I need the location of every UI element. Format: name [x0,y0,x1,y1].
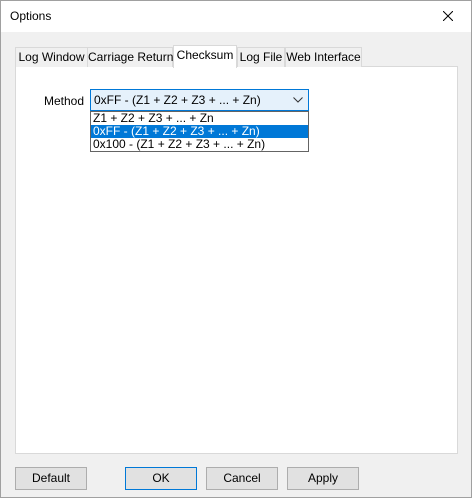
method-option[interactable]: 0x100 - (Z1 + Z2 + Z3 + ... + Zn) [91,138,308,151]
tab-web-interface[interactable]: Web Interface [285,47,362,67]
tab-log-window[interactable]: Log Window [15,47,88,67]
method-label: Method [44,94,85,108]
ok-button[interactable]: OK [125,467,197,490]
default-button[interactable]: Default [15,467,87,490]
tab-log-file[interactable]: Log File [237,47,285,67]
tab-checksum[interactable]: Checksum [173,45,237,68]
method-selected-value: 0xFF - (Z1 + Z2 + Z3 + ... + Zn) [94,93,261,107]
tab-carriage-return[interactable]: Carriage Return [87,47,173,67]
window-title: Options [10,9,52,23]
title-bar[interactable]: Options [1,1,471,32]
options-window: Options Log Window Carriage Return Check… [0,0,472,498]
close-button[interactable] [425,1,471,31]
method-dropdown-list: Z1 + Z2 + Z3 + ... + Zn 0xFF - (Z1 + Z2 … [90,111,309,152]
apply-button[interactable]: Apply [287,467,359,490]
close-icon [443,11,453,21]
cancel-button[interactable]: Cancel [206,467,278,490]
chevron-down-icon [293,97,303,103]
method-combobox[interactable]: 0xFF - (Z1 + Z2 + Z3 + ... + Zn) [90,89,309,111]
